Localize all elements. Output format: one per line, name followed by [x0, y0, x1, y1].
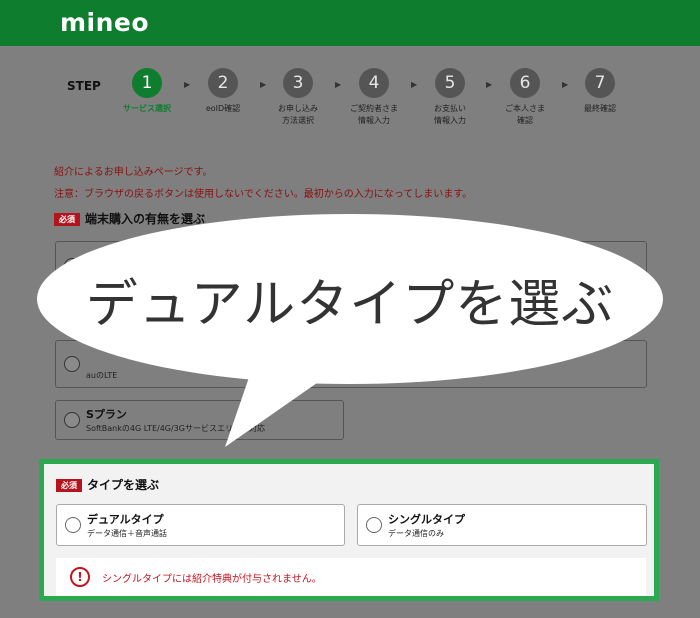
- option-subtext: データ通信＋音声通話: [87, 529, 167, 538]
- single-type-option[interactable]: シングルタイプ データ通信のみ: [357, 504, 647, 546]
- required-badge: 必須: [56, 479, 82, 492]
- warning-text: シングルタイプには紹介特典が付与されません。: [102, 574, 322, 585]
- dual-type-option[interactable]: デュアルタイプ データ通信＋音声通話: [56, 504, 345, 546]
- option-title: シングルタイプ: [388, 513, 465, 526]
- exclamation-icon: !: [70, 567, 90, 587]
- option-title: デュアルタイプ: [87, 513, 164, 526]
- option-subtext: データ通信のみ: [388, 529, 444, 538]
- radio-button[interactable]: [65, 517, 81, 533]
- callout-text: デュアルタイプを選ぶ: [85, 275, 615, 335]
- referral-warning-box: ! シングルタイプには紹介特典が付与されません。: [56, 558, 646, 596]
- radio-button[interactable]: [366, 517, 382, 533]
- type-selection-panel: 必須 タイプを選ぶ デュアルタイプ データ通信＋音声通話 シングルタイプ データ通…: [39, 459, 659, 601]
- type-section-title: 必須 タイプを選ぶ: [56, 476, 159, 493]
- type-section-label: タイプを選ぶ: [87, 478, 160, 492]
